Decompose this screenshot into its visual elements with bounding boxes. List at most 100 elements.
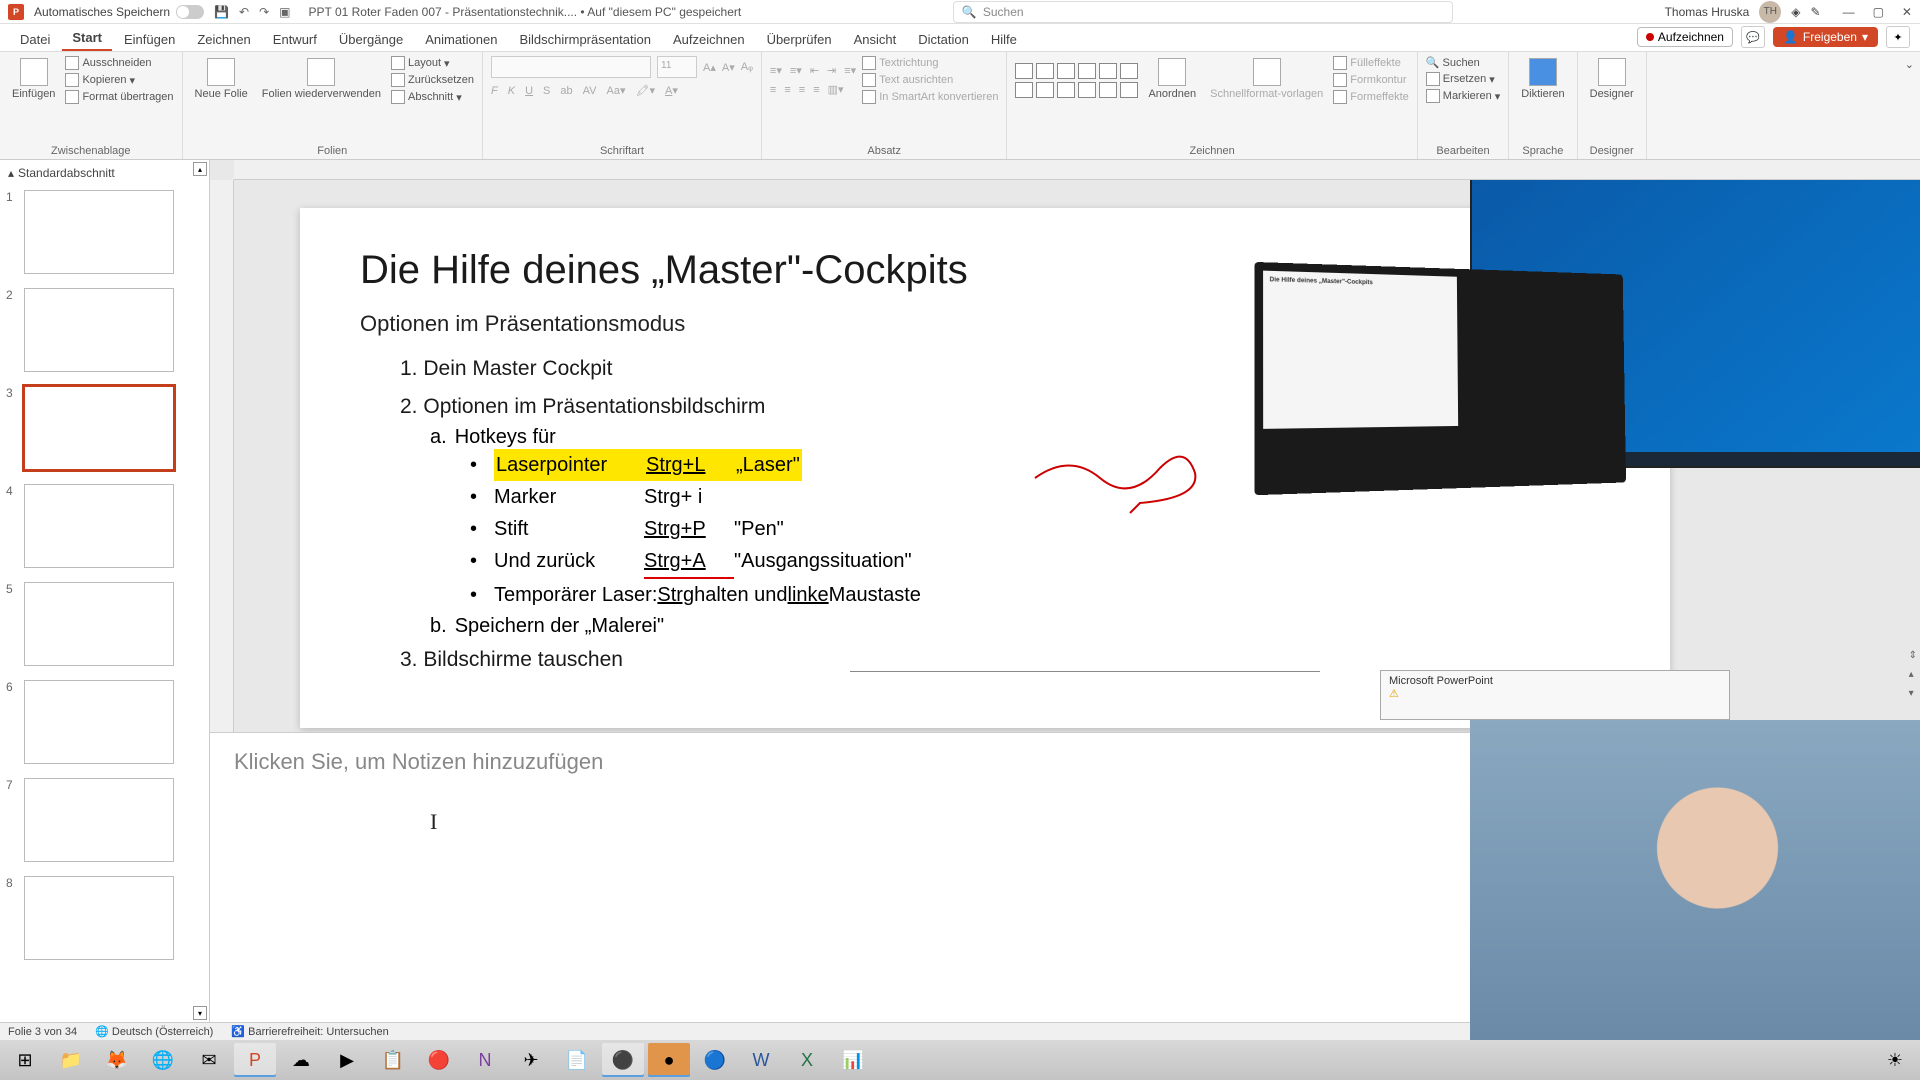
slide-thumbnail[interactable]: [24, 288, 174, 372]
vlc-icon[interactable]: ▶: [326, 1043, 368, 1077]
undo-icon[interactable]: ↶: [239, 5, 249, 19]
tray-icon[interactable]: ☀: [1874, 1043, 1916, 1077]
indent-inc-icon[interactable]: ⇥: [827, 64, 836, 77]
tab-ansicht[interactable]: Ansicht: [844, 28, 907, 51]
fill-button[interactable]: Fülleffekte: [1333, 56, 1409, 70]
app-icon[interactable]: 📄: [556, 1043, 598, 1077]
telegram-icon[interactable]: ✈: [510, 1043, 552, 1077]
numbering-icon[interactable]: ≡▾: [790, 64, 802, 77]
collapse-ribbon-icon[interactable]: ⌄: [1905, 59, 1914, 71]
slide-thumbnail[interactable]: [24, 386, 174, 470]
cut-button[interactable]: Ausschneiden: [65, 56, 173, 70]
app-icon[interactable]: 📊: [832, 1043, 874, 1077]
list-item[interactable]: b.Speichern der „Malerei": [430, 615, 1610, 638]
share-button[interactable]: 👤Freigeben▾: [1773, 27, 1878, 47]
app-icon[interactable]: 🔴: [418, 1043, 460, 1077]
font-color-button[interactable]: A▾: [665, 84, 678, 97]
justify-icon[interactable]: ≡: [813, 84, 819, 96]
slide-image[interactable]: Die Hilfe deines „Master"-Cockpits: [1260, 208, 1840, 508]
document-title[interactable]: PPT 01 Roter Faden 007 - Präsentationste…: [309, 5, 742, 19]
slide-canvas[interactable]: Die Hilfe deines „Master"-Cockpits Optio…: [300, 208, 1670, 728]
quickformat-button[interactable]: Schnellformat-vorlagen: [1206, 56, 1327, 103]
toggle-switch-icon[interactable]: [176, 5, 204, 19]
slide-position[interactable]: Folie 3 von 34: [8, 1026, 77, 1038]
align-text-button[interactable]: Text ausrichten: [862, 73, 998, 87]
slide-thumbnail[interactable]: [24, 680, 174, 764]
slide-canvas-area[interactable]: Die Hilfe deines „Master"-Cockpits Optio…: [210, 180, 1920, 732]
new-slide-button[interactable]: Neue Folie: [191, 56, 252, 103]
columns-icon[interactable]: ▥▾: [828, 83, 844, 96]
arrange-button[interactable]: Anordnen: [1144, 56, 1200, 103]
font-family-box[interactable]: [491, 56, 651, 78]
minimize-icon[interactable]: —: [1843, 5, 1855, 19]
dictate-button[interactable]: Diktieren: [1517, 56, 1568, 103]
redo-icon[interactable]: ↷: [259, 5, 269, 19]
scroll-down-icon[interactable]: ▾: [193, 1006, 207, 1020]
slide-thumbnail[interactable]: [24, 876, 174, 960]
replace-button[interactable]: Ersetzen▾: [1426, 72, 1500, 86]
text-direction-button[interactable]: Textrichtung: [862, 56, 998, 70]
tab-zeichnen[interactable]: Zeichnen: [187, 28, 260, 51]
powerpoint-taskbar-icon[interactable]: P: [234, 1043, 276, 1077]
tab-einfuegen[interactable]: Einfügen: [114, 28, 185, 51]
shadow-button[interactable]: ab: [560, 85, 572, 97]
excel-icon[interactable]: X: [786, 1043, 828, 1077]
search-box[interactable]: 🔍 Suchen: [953, 1, 1453, 23]
section-header[interactable]: ▴Standardabschnitt: [0, 160, 209, 186]
designer-button[interactable]: Designer: [1586, 56, 1638, 103]
section-button[interactable]: Abschnitt▾: [391, 90, 474, 104]
bullets-icon[interactable]: ≡▾: [770, 64, 782, 77]
close-icon[interactable]: ✕: [1902, 5, 1912, 19]
accessibility-status[interactable]: ♿ Barrierefreiheit: Untersuchen: [231, 1025, 388, 1038]
app-icon[interactable]: 📋: [372, 1043, 414, 1077]
slide-thumbnail[interactable]: [24, 190, 174, 274]
reuse-slides-button[interactable]: Folien wiederverwenden: [258, 56, 385, 103]
tab-aufzeichnen[interactable]: Aufzeichnen: [663, 28, 755, 51]
outline-button[interactable]: Formkontur: [1333, 73, 1409, 87]
pen-icon[interactable]: ✎: [1811, 5, 1821, 19]
obs-icon[interactable]: ⚫: [602, 1043, 644, 1077]
slide-thumbnail[interactable]: [24, 582, 174, 666]
word-icon[interactable]: W: [740, 1043, 782, 1077]
format-painter-button[interactable]: Format übertragen: [65, 90, 173, 104]
tab-animationen[interactable]: Animationen: [415, 28, 507, 51]
save-icon[interactable]: 💾: [214, 5, 229, 19]
tab-start[interactable]: Start: [62, 26, 112, 51]
underline-button[interactable]: U: [525, 85, 533, 97]
italic-button[interactable]: K: [508, 85, 515, 97]
copilot-button[interactable]: ✦: [1886, 26, 1910, 48]
select-button[interactable]: Markieren▾: [1426, 89, 1500, 103]
line-spacing-icon[interactable]: ≡▾: [844, 64, 856, 77]
app-icon[interactable]: 🔵: [694, 1043, 736, 1077]
effects-button[interactable]: Formeffekte: [1333, 90, 1409, 104]
file-explorer-icon[interactable]: 📁: [50, 1043, 92, 1077]
shrink-font-icon[interactable]: A▾: [722, 61, 735, 74]
paste-button[interactable]: Einfügen: [8, 56, 59, 103]
layout-button[interactable]: Layout▾: [391, 56, 474, 70]
chrome-icon[interactable]: 🌐: [142, 1043, 184, 1077]
tab-bildschirmpraesentation[interactable]: Bildschirmpräsentation: [509, 28, 661, 51]
spacing-button[interactable]: AV: [583, 85, 597, 97]
start-button[interactable]: ⊞: [4, 1043, 46, 1077]
clear-format-icon[interactable]: Aᵩ: [741, 61, 753, 73]
firefox-icon[interactable]: 🦊: [96, 1043, 138, 1077]
comments-button[interactable]: 💬: [1741, 26, 1765, 48]
autosave-toggle[interactable]: Automatisches Speichern: [34, 5, 204, 19]
reset-button[interactable]: Zurücksetzen: [391, 73, 474, 87]
tab-ueberpruefen[interactable]: Überprüfen: [757, 28, 842, 51]
strike-button[interactable]: S: [543, 85, 550, 97]
user-avatar[interactable]: TH: [1759, 1, 1781, 23]
case-button[interactable]: Aa▾: [607, 84, 626, 97]
next-slide-icon[interactable]: ▾: [1909, 688, 1917, 699]
recorder-icon[interactable]: ●: [648, 1043, 690, 1077]
smartart-button[interactable]: In SmartArt konvertieren: [862, 90, 998, 104]
horizontal-ruler[interactable]: [234, 160, 1920, 180]
dialog-box[interactable]: Microsoft PowerPoint ⚠: [1380, 670, 1730, 720]
align-right-icon[interactable]: ≡: [799, 84, 805, 96]
indent-dec-icon[interactable]: ⇤: [810, 64, 819, 77]
diamond-icon[interactable]: ◈: [1791, 5, 1800, 19]
app-icon[interactable]: ☁: [280, 1043, 322, 1077]
tab-uebergaenge[interactable]: Übergänge: [329, 28, 413, 51]
present-icon[interactable]: ▣: [279, 5, 290, 19]
scroll-up-icon[interactable]: ▴: [193, 162, 207, 176]
